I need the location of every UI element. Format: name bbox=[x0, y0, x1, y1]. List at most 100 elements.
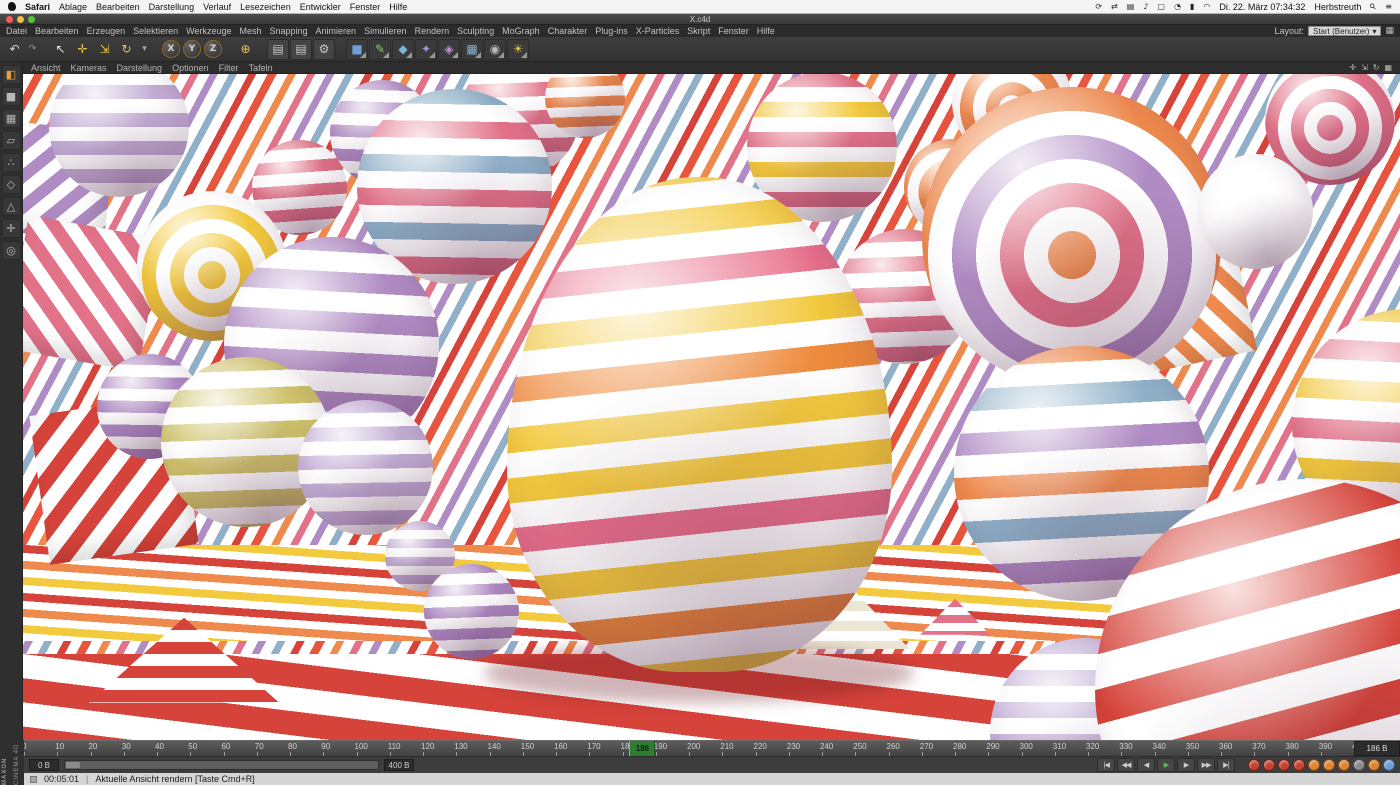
render-view-button[interactable]: ▤ bbox=[267, 38, 289, 60]
macos-menu-item[interactable]: Darstellung bbox=[149, 2, 195, 12]
toggle-views-icon[interactable]: ▦ bbox=[1384, 63, 1392, 72]
app-menu-item[interactable]: Hilfe bbox=[757, 26, 775, 36]
autokey-button[interactable] bbox=[1338, 759, 1350, 771]
panel-icon[interactable]: ▦ bbox=[1385, 26, 1394, 36]
create-cube-button[interactable]: ■ bbox=[346, 38, 368, 60]
menubar-clock[interactable]: Di. 22. März 07:34:32 bbox=[1219, 2, 1305, 12]
live-selection-button[interactable]: ↖ bbox=[50, 39, 71, 60]
close-button[interactable] bbox=[6, 16, 13, 23]
create-camera-button[interactable]: ◉ bbox=[484, 38, 506, 60]
record-parameter-button[interactable] bbox=[1308, 759, 1320, 771]
viewport-solo-button[interactable]: ◎ bbox=[1, 241, 21, 260]
enable-axis-button[interactable]: ✛ bbox=[1, 219, 21, 238]
record-keyframe-button[interactable] bbox=[1248, 759, 1260, 771]
start-frame-field[interactable]: 0 B bbox=[29, 759, 59, 771]
motion-clip-button[interactable] bbox=[1383, 759, 1395, 771]
zoom-button[interactable] bbox=[28, 16, 35, 23]
window-titlebar[interactable]: X.c4d bbox=[0, 14, 1400, 25]
sync-icon[interactable]: ⟳ bbox=[1095, 2, 1102, 11]
rotate-tool-button[interactable]: ↻ bbox=[116, 39, 137, 60]
app-menu-item[interactable]: Mesh bbox=[239, 26, 261, 36]
keyboard-icon[interactable]: ▤ bbox=[1127, 2, 1135, 11]
app-menu-item[interactable]: Selektieren bbox=[133, 26, 178, 36]
last-tool-button[interactable]: ▾ bbox=[138, 39, 151, 60]
app-menu-item[interactable]: Charakter bbox=[548, 26, 588, 36]
next-key-button[interactable]: ▶▶ bbox=[1197, 758, 1215, 772]
record-pla-button[interactable] bbox=[1323, 759, 1335, 771]
current-frame-field[interactable]: 186 B bbox=[1354, 741, 1400, 756]
app-menu-item[interactable]: Skript bbox=[687, 26, 710, 36]
macos-app-menu[interactable]: Safari bbox=[25, 2, 50, 12]
render-settings-button[interactable]: ⚙ bbox=[313, 38, 335, 60]
undo-button[interactable]: ↶ bbox=[4, 39, 25, 60]
texture-mode-button[interactable]: ▦ bbox=[1, 109, 21, 128]
notification-center-icon[interactable]: ≡ bbox=[1385, 2, 1392, 11]
timeline-options-button[interactable] bbox=[1368, 759, 1380, 771]
points-mode-button[interactable]: ∴ bbox=[1, 153, 21, 172]
macos-menu-item[interactable]: Hilfe bbox=[389, 2, 407, 12]
app-menu-item[interactable]: Bearbeiten bbox=[35, 26, 79, 36]
macos-menu-item[interactable]: Lesezeichen bbox=[240, 2, 291, 12]
keyframe-selection-button[interactable] bbox=[1353, 759, 1365, 771]
spotlight-icon[interactable]: ⚲ bbox=[1368, 1, 1379, 12]
rotate-view-icon[interactable]: ↻ bbox=[1373, 63, 1380, 72]
app-menu-item[interactable]: MoGraph bbox=[502, 26, 540, 36]
create-environment-button[interactable]: ▦ bbox=[461, 38, 483, 60]
model-mode-button[interactable]: ■ bbox=[1, 87, 21, 106]
volume-icon[interactable]: ♪ bbox=[1143, 2, 1148, 11]
polygons-mode-button[interactable]: △ bbox=[1, 197, 21, 216]
display-icon[interactable]: ▢ bbox=[1157, 2, 1165, 11]
viewport-menu-item[interactable]: Filter bbox=[219, 63, 239, 73]
create-generator-button[interactable]: ◆ bbox=[392, 38, 414, 60]
viewport-menu-item[interactable]: Ansicht bbox=[31, 63, 61, 73]
record-rotation-button[interactable] bbox=[1293, 759, 1305, 771]
macos-menu-item[interactable]: Verlauf bbox=[203, 2, 231, 12]
x-axis-lock-button[interactable]: X bbox=[162, 40, 180, 58]
macos-menu-item[interactable]: Fenster bbox=[350, 2, 381, 12]
app-menu-item[interactable]: Sculpting bbox=[457, 26, 494, 36]
app-menu-item[interactable]: Erzeugen bbox=[87, 26, 126, 36]
layout-select[interactable]: Start (Benutzer) ▾ bbox=[1308, 26, 1382, 36]
apple-icon[interactable] bbox=[8, 2, 16, 11]
timeline-playhead[interactable]: 186 bbox=[629, 741, 656, 756]
app-menu-item[interactable]: Datei bbox=[6, 26, 27, 36]
app-menu-item[interactable]: Werkzeuge bbox=[186, 26, 231, 36]
record-scale-button[interactable] bbox=[1278, 759, 1290, 771]
coordinate-system-button[interactable]: ⊕ bbox=[235, 39, 256, 60]
workplane-mode-button[interactable]: ▱ bbox=[1, 131, 21, 150]
viewport-menu-item[interactable]: Kameras bbox=[71, 63, 107, 73]
macos-menu-item[interactable]: Ablage bbox=[59, 2, 87, 12]
z-axis-lock-button[interactable]: Z bbox=[204, 40, 222, 58]
wifi-icon[interactable]: ◠ bbox=[1203, 2, 1210, 11]
viewport-menu-item[interactable]: Darstellung bbox=[117, 63, 163, 73]
create-mograph-button[interactable]: ✦ bbox=[415, 38, 437, 60]
create-spline-button[interactable]: ✎ bbox=[369, 38, 391, 60]
app-menu-item[interactable]: X-Particles bbox=[636, 26, 680, 36]
app-menu-item[interactable]: Snapping bbox=[270, 26, 308, 36]
redo-button[interactable]: ↷ bbox=[26, 39, 39, 60]
create-light-button[interactable]: ☀ bbox=[507, 38, 529, 60]
updates-icon[interactable]: ⇄ bbox=[1111, 2, 1118, 11]
y-axis-lock-button[interactable]: Y bbox=[183, 40, 201, 58]
app-menu-item[interactable]: Plug-ins bbox=[595, 26, 628, 36]
edges-mode-button[interactable]: ◇ bbox=[1, 175, 21, 194]
battery-icon[interactable]: ▮ bbox=[1190, 2, 1194, 11]
macos-menu-item[interactable]: Entwickler bbox=[300, 2, 341, 12]
next-frame-button[interactable]: ▶ bbox=[1177, 758, 1195, 772]
prev-key-button[interactable]: ◀◀ bbox=[1117, 758, 1135, 772]
timeline-scrollbar-handle[interactable] bbox=[66, 762, 80, 768]
viewport-menu-item[interactable]: Optionen bbox=[172, 63, 209, 73]
scale-tool-button[interactable]: ⇲ bbox=[94, 39, 115, 60]
render-picture-viewer-button[interactable]: ▤ bbox=[290, 38, 312, 60]
move-tool-button[interactable]: ✛ bbox=[72, 39, 93, 60]
make-editable-button[interactable]: ◧ bbox=[1, 65, 21, 84]
menubar-user[interactable]: Herbstreuth bbox=[1314, 2, 1361, 12]
goto-start-button[interactable]: |◀ bbox=[1097, 758, 1115, 772]
end-frame-field[interactable]: 400 B bbox=[384, 759, 414, 771]
timeline-ruler[interactable]: 186 0 10 20 30 40 50 60 70 80 90 100 110 120 130 140 15… bbox=[24, 741, 1354, 756]
time-machine-icon[interactable]: ◔ bbox=[1174, 2, 1181, 11]
app-menu-item[interactable]: Rendern bbox=[415, 26, 450, 36]
viewport-menu-item[interactable]: Tafeln bbox=[249, 63, 273, 73]
create-deformer-button[interactable]: ◈ bbox=[438, 38, 460, 60]
app-menu-item[interactable]: Animieren bbox=[316, 26, 357, 36]
